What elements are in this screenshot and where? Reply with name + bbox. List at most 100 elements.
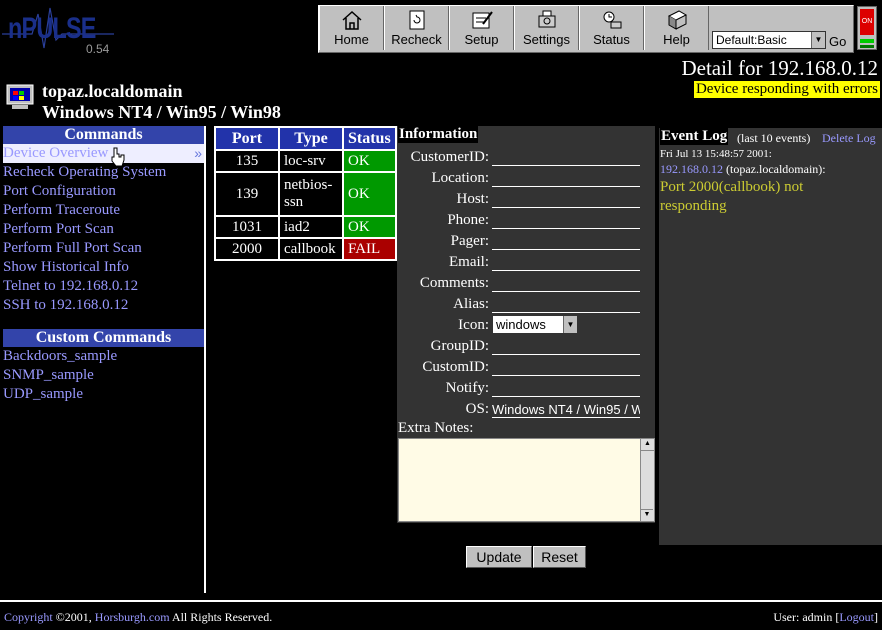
table-row: 2000 callbook FAIL — [216, 239, 395, 259]
group-id-row: GroupID: — [397, 334, 655, 355]
recheck-button[interactable]: Recheck — [384, 6, 449, 50]
customer-id-field[interactable] — [492, 165, 640, 166]
table-header-row: Port Type Status — [216, 128, 395, 149]
power-switch[interactable]: ON — [857, 6, 877, 50]
sidebar-item-port-scan[interactable]: Perform Port Scan — [3, 220, 204, 239]
information-heading: Information — [398, 126, 479, 143]
type-cell: netbios-ssn — [280, 173, 342, 215]
help-button[interactable]: Help — [644, 6, 709, 50]
sidebar: Commands Device Overview » Recheck Opera… — [3, 126, 204, 404]
sidebar-item-udp[interactable]: UDP_sample — [3, 385, 204, 404]
group-id-label: GroupID: — [430, 338, 489, 354]
sidebar-item-historical-info[interactable]: Show Historical Info — [3, 258, 204, 277]
pager-field[interactable] — [492, 249, 640, 250]
sidebar-item-telnet[interactable]: Telnet to 192.168.0.12 — [3, 277, 204, 296]
extra-notes-textarea[interactable]: ▲ ▼ — [398, 438, 655, 522]
phone-label: Phone: — [447, 212, 489, 228]
status-icon — [603, 11, 621, 29]
os-field[interactable]: Windows NT4 / Win95 / Win98 — [492, 402, 640, 418]
setup-button[interactable]: Setup — [449, 6, 514, 50]
power-led-icon — [860, 45, 874, 48]
rights-text: All Rights Reserved. — [171, 610, 273, 624]
sidebar-item-device-overview[interactable]: Device Overview » — [3, 144, 204, 167]
help-label: Help — [663, 32, 690, 47]
group-id-field[interactable] — [492, 354, 640, 355]
comments-label: Comments: — [419, 275, 489, 291]
notify-field[interactable] — [492, 396, 640, 397]
custom-id-row: CustomID: — [397, 355, 655, 376]
event-log-title: Event Log — [660, 128, 729, 145]
sidebar-item-port-configuration[interactable]: Port Configuration — [3, 182, 204, 201]
view-select-value: Default:Basic — [716, 33, 787, 47]
footer-copyright: Copyright ©2001, Horsburgh.com All Right… — [4, 610, 272, 625]
email-row: Email: — [397, 250, 655, 271]
sidebar-item-backdoors[interactable]: Backdoors_sample — [3, 347, 204, 366]
update-button[interactable]: Update — [466, 546, 532, 568]
chevron-right-icon: » — [194, 145, 202, 161]
status-cell: OK — [344, 217, 395, 237]
power-led-icon — [860, 39, 874, 43]
scroll-down-icon[interactable]: ▼ — [641, 509, 653, 521]
sidebar-item-snmp[interactable]: SNMP_sample — [3, 366, 204, 385]
port-cell: 139 — [216, 173, 278, 215]
event-log-subtitle: (last 10 events) — [737, 131, 811, 145]
icon-label: Icon: — [458, 317, 489, 333]
event-message: Port 2000(callbook) not responding — [660, 179, 804, 214]
book-icon — [667, 10, 687, 30]
company-link[interactable]: Horsburgh.com — [95, 610, 170, 624]
notify-label: Notify: — [445, 380, 489, 396]
view-select[interactable]: Default:Basic ▼ — [712, 31, 826, 49]
table-row: 135 loc-srv OK — [216, 151, 395, 171]
customer-id-row: CustomerID: — [397, 145, 655, 166]
go-button[interactable]: Go — [829, 34, 846, 49]
host-field[interactable] — [492, 207, 640, 208]
divider — [204, 126, 206, 593]
type-cell: callbook — [280, 239, 342, 259]
column-header: Type — [280, 128, 342, 149]
comments-field[interactable] — [492, 291, 640, 292]
scroll-up-icon[interactable]: ▲ — [641, 439, 654, 451]
home-button[interactable]: Home — [319, 6, 384, 50]
table-row: 139 netbios-ssn OK — [216, 173, 395, 215]
status-cell: OK — [344, 173, 395, 215]
custom-id-field[interactable] — [492, 375, 640, 376]
home-label: Home — [334, 32, 369, 47]
settings-button[interactable]: Settings — [514, 6, 579, 50]
sidebar-item-recheck-os[interactable]: Recheck Operating System — [3, 163, 204, 182]
alias-row: Alias: — [397, 292, 655, 313]
alias-field[interactable] — [492, 312, 640, 313]
sidebar-item-ssh[interactable]: SSH to 192.168.0.12 — [3, 296, 204, 315]
location-field[interactable] — [492, 186, 640, 187]
page-title: Detail for 192.168.0.12 — [681, 56, 878, 80]
delete-log-link[interactable]: Delete Log — [822, 131, 876, 146]
sidebar-item-full-port-scan[interactable]: Perform Full Port Scan — [3, 239, 204, 258]
settings-label: Settings — [523, 32, 570, 47]
port-table: Port Type Status 135 loc-srv OK 139 netb… — [214, 126, 397, 261]
sidebar-item-traceroute[interactable]: Perform Traceroute — [3, 201, 204, 220]
alias-label: Alias: — [453, 296, 489, 312]
information-form: CustomerID: Location: Host: Phone: Pager… — [397, 145, 655, 418]
reset-button[interactable]: Reset — [533, 546, 586, 568]
table-row: 1031 iad2 OK — [216, 217, 395, 237]
phone-field[interactable] — [492, 228, 640, 229]
event-ip-link[interactable]: 192.168.0.12 — [660, 162, 723, 176]
copyright-link[interactable]: Copyright — [4, 610, 53, 624]
scrollbar[interactable]: ▲ ▼ — [640, 439, 654, 521]
status-cell: FAIL — [344, 239, 395, 259]
footer-user: User: admin [Logout] — [773, 610, 878, 624]
power-on-label: ON — [860, 9, 874, 35]
chevron-down-icon: ▼ — [811, 32, 825, 48]
os-label: OS: — [465, 401, 489, 417]
location-row: Location: — [397, 166, 655, 187]
phone-row: Phone: — [397, 208, 655, 229]
event-hostname: (topaz.localdomain): — [726, 162, 826, 176]
event-host: 192.168.0.12 (topaz.localdomain): — [660, 162, 826, 177]
custom-id-label: CustomID: — [422, 359, 489, 375]
icon-select[interactable]: windows ▼ — [492, 315, 578, 334]
email-field[interactable] — [492, 270, 640, 271]
windows-computer-icon — [6, 84, 34, 109]
logout-link[interactable]: Logout — [839, 610, 874, 624]
status-button[interactable]: Status — [579, 6, 644, 50]
type-cell: loc-srv — [280, 151, 342, 171]
house-icon — [342, 10, 361, 30]
